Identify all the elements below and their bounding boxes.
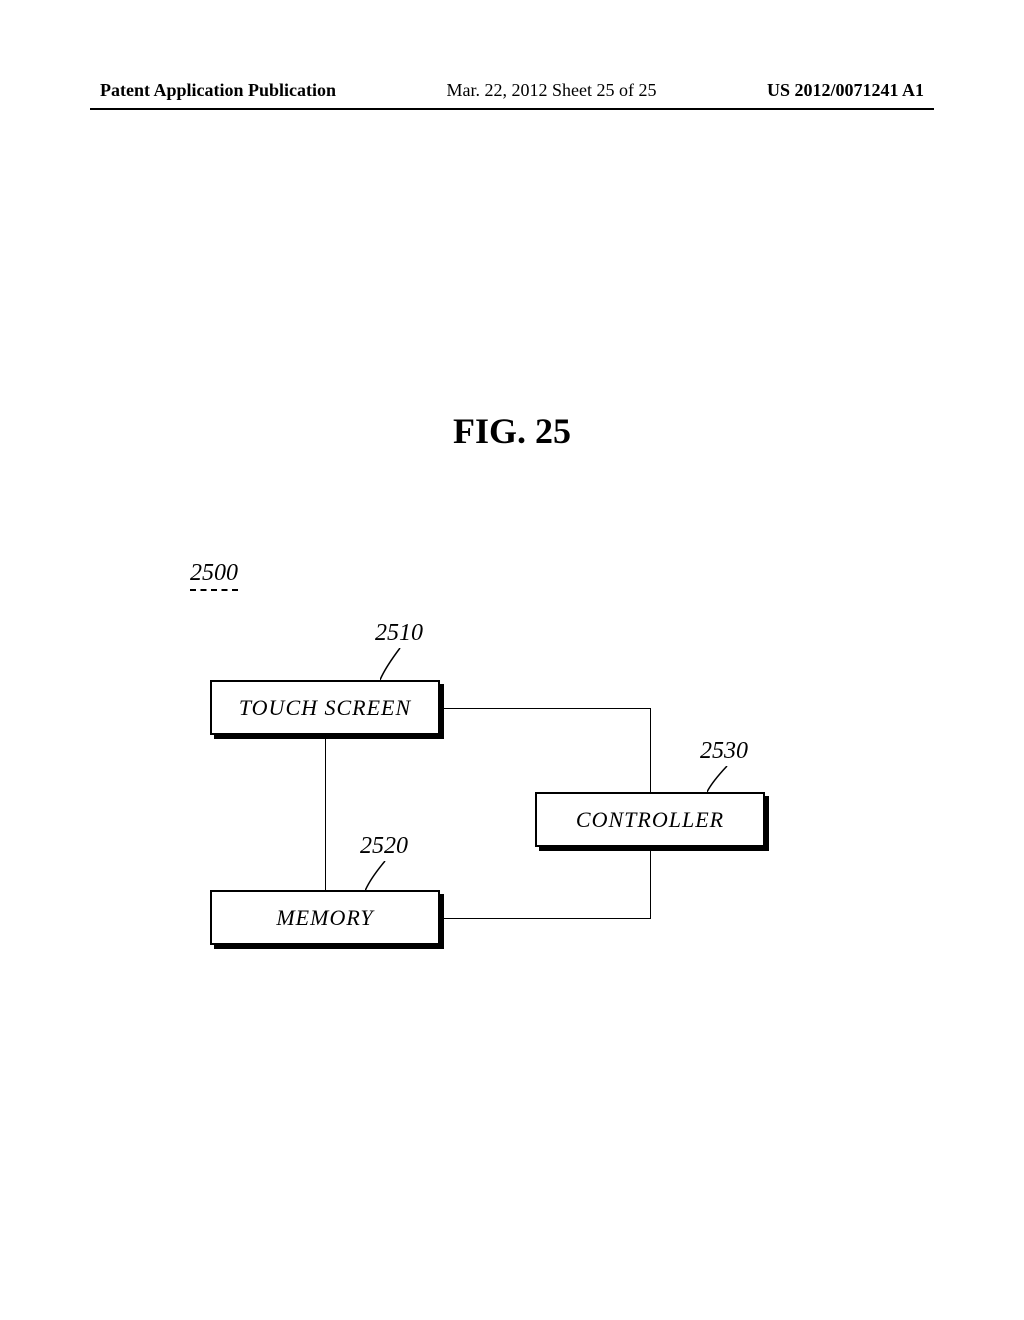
page-header: Patent Application Publication Mar. 22, … xyxy=(0,80,1024,101)
ref-touch-screen: 2510 xyxy=(375,620,423,647)
connector-touch-memory xyxy=(325,739,326,890)
block-diagram: 2500 2510 2520 2530 TOUCH SCREEN CONTROL… xyxy=(180,560,860,980)
figure-title: FIG. 25 xyxy=(0,410,1024,452)
block-touch-screen: TOUCH SCREEN xyxy=(210,680,440,735)
connector-memory-controller-v xyxy=(650,851,651,919)
block-controller: CONTROLLER xyxy=(535,792,765,847)
leader-line-2530 xyxy=(707,766,747,794)
ref-system: 2500 xyxy=(190,560,238,591)
block-memory: MEMORY xyxy=(210,890,440,945)
ref-memory: 2520 xyxy=(360,833,408,860)
header-date-sheet: Mar. 22, 2012 Sheet 25 of 25 xyxy=(447,80,657,101)
header-rule xyxy=(90,108,934,110)
connector-touch-controller-v xyxy=(650,708,651,792)
connector-touch-controller-h xyxy=(444,708,650,709)
leader-line-2510 xyxy=(380,648,420,682)
header-pub-number: US 2012/0071241 A1 xyxy=(767,80,924,101)
connector-memory-controller-h xyxy=(444,918,650,919)
leader-line-2520 xyxy=(365,861,405,893)
ref-controller: 2530 xyxy=(700,738,748,765)
header-publication: Patent Application Publication xyxy=(100,80,336,101)
